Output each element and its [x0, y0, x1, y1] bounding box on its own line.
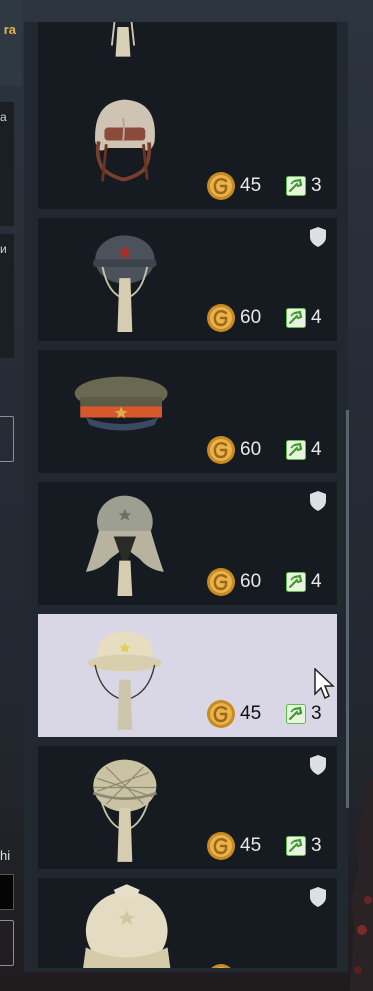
item-list[interactable]: 30 2 45 3 60 [38, 22, 337, 968]
side-panel-box: a [0, 102, 14, 226]
item-cost [206, 963, 311, 968]
helmet-image [83, 884, 171, 968]
item-level: 4 [311, 439, 322, 460]
shield-icon [310, 227, 326, 247]
helmet-item[interactable] [38, 878, 337, 968]
item-price: 60 [240, 571, 262, 592]
gold-coin-icon [207, 832, 235, 860]
item-price: 45 [240, 835, 262, 856]
helmet-item-selected[interactable]: 45 3 [38, 614, 337, 737]
item-level: 3 [311, 835, 322, 856]
side-panel-button[interactable] [0, 416, 14, 462]
scrollbar-thumb[interactable] [346, 410, 349, 808]
side-panel-title: ra [3, 22, 16, 37]
item-cost: 45 3 [206, 831, 322, 861]
item-price: 60 [240, 439, 262, 460]
level-icon [286, 176, 306, 196]
helmet-image [92, 759, 157, 862]
helmet-item[interactable]: 45 3 [38, 746, 337, 869]
side-panel-box: и [0, 234, 14, 358]
item-price: 45 [240, 703, 262, 724]
item-level: 3 [311, 175, 322, 196]
gold-coin-icon [207, 700, 235, 728]
item-level: 3 [311, 703, 322, 724]
side-panel-button[interactable] [0, 920, 14, 966]
shield-icon [310, 755, 326, 775]
side-panel-box-text: и [0, 242, 7, 256]
helmet-image [85, 495, 164, 596]
gold-coin-icon [207, 172, 235, 200]
helmet-item[interactable]: 45 3 [38, 86, 337, 209]
level-icon [286, 440, 306, 460]
gold-coin-icon [207, 436, 235, 464]
level-icon [286, 308, 306, 328]
helmet-item[interactable]: 60 4 [38, 350, 337, 473]
helmet-image [74, 376, 168, 431]
item-cost: 60 4 [206, 567, 322, 597]
side-panel-label: hi [0, 848, 11, 863]
item-list-frame: 30 2 45 3 60 [24, 22, 348, 972]
helmet-item[interactable]: 60 4 [38, 218, 337, 341]
helmet-image [95, 99, 155, 182]
level-icon [286, 836, 306, 856]
item-price: 60 [240, 307, 262, 328]
background-foliage [350, 780, 373, 991]
level-icon [286, 704, 306, 724]
shield-icon [310, 887, 326, 907]
item-cost: 45 3 [206, 699, 322, 729]
side-panel-input[interactable] [0, 874, 14, 910]
side-panel-header: ra [0, 0, 22, 86]
gold-coin-icon [211, 964, 231, 968]
item-cost: 60 4 [206, 435, 322, 465]
level-icon [286, 572, 306, 592]
item-level: 4 [311, 571, 322, 592]
side-panel: ra a и hi [0, 0, 24, 991]
item-cost: 45 3 [206, 171, 322, 201]
helmet-item[interactable]: 60 4 [38, 482, 337, 605]
helmet-image [93, 235, 157, 332]
helmet-image [87, 631, 162, 730]
item-cost: 60 4 [206, 303, 322, 333]
gold-coin-icon [207, 568, 235, 596]
mouse-cursor-icon [314, 668, 335, 700]
side-panel-box-text: a [0, 110, 7, 124]
gold-coin-icon [207, 304, 235, 332]
item-level: 4 [311, 307, 322, 328]
item-price: 45 [240, 175, 262, 196]
shield-icon [310, 491, 326, 511]
